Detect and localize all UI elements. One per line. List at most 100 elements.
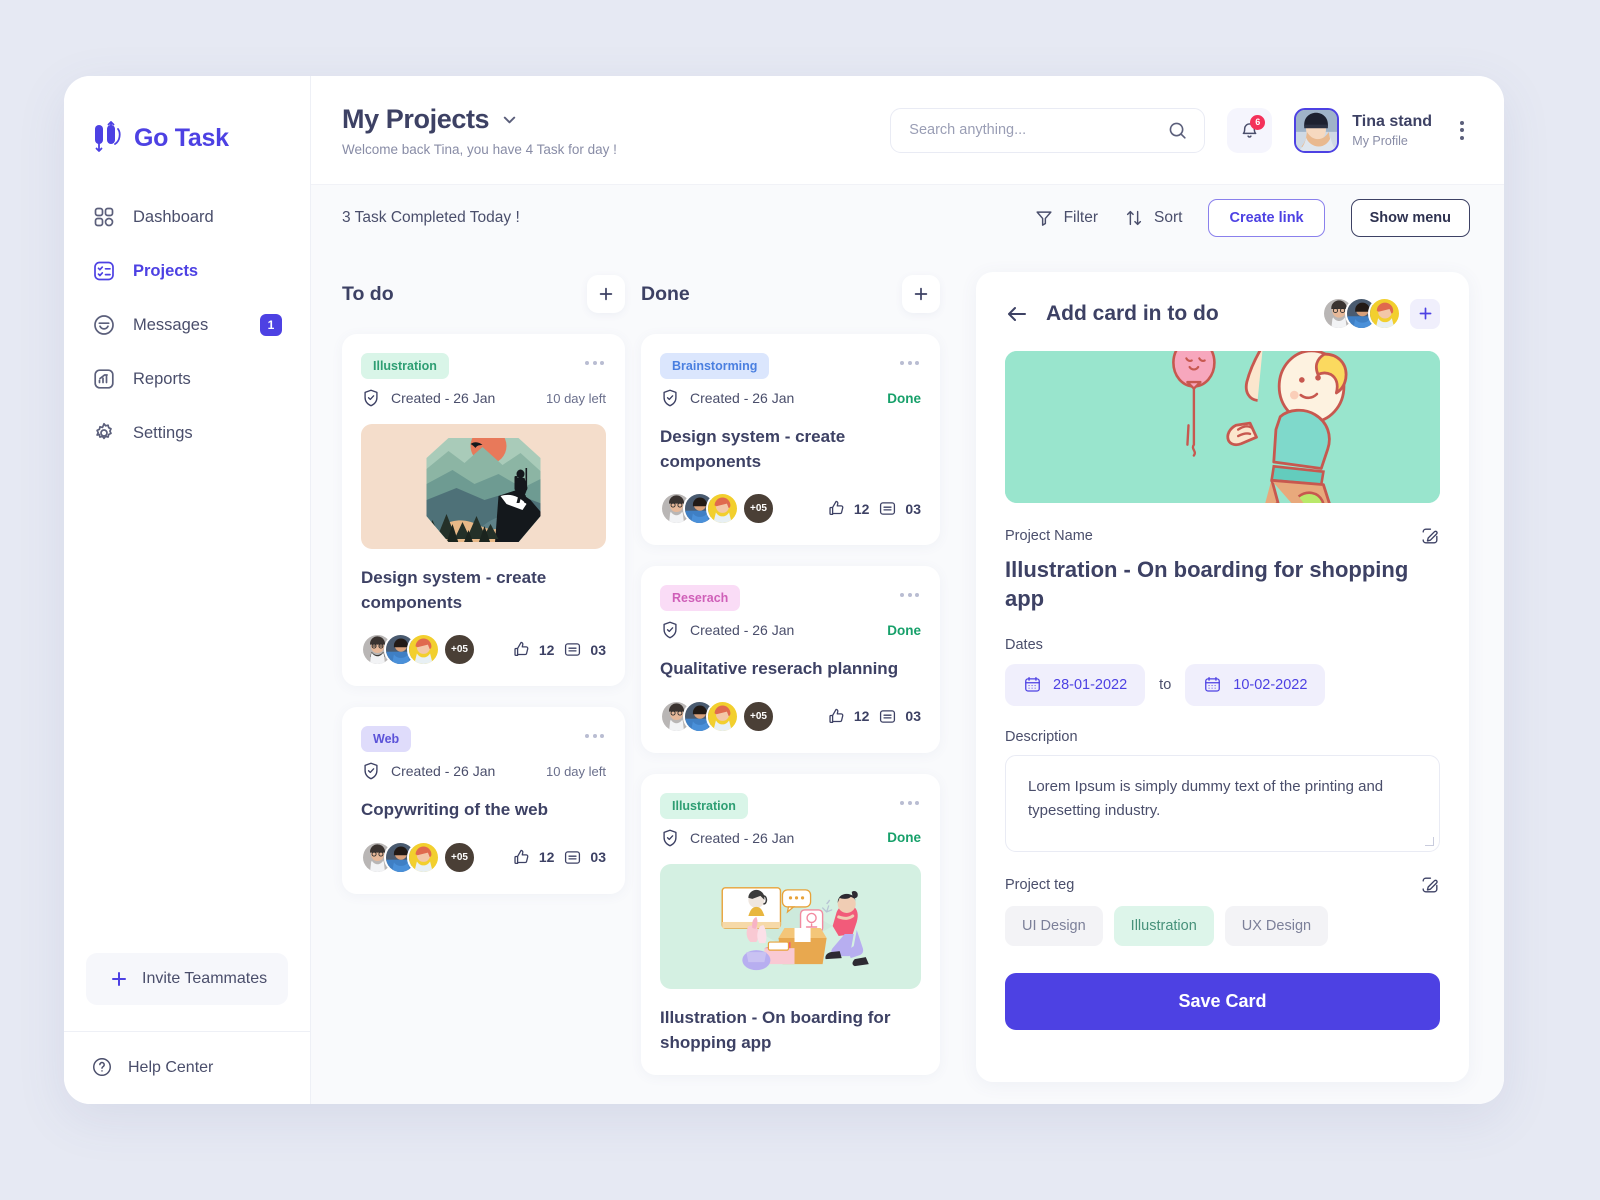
date-end-value: 10-02-2022 [1233,676,1308,693]
dates-row-label: Dates [1005,637,1440,653]
search-icon[interactable] [1167,120,1188,141]
project-tag-row: Project teg [1005,875,1440,895]
task-card[interactable]: Illustration Created - 26 Jan Done Illus… [641,773,940,1076]
comments-stat[interactable]: 03 [878,707,921,726]
sort-button[interactable]: Sort [1124,208,1182,228]
brand-name: Go Task [134,123,229,152]
settings-gear-icon [92,421,116,445]
likes-stat[interactable]: 12 [827,707,870,726]
assignee-avatars[interactable]: +05 [361,633,476,667]
likes-stat[interactable]: 12 [827,499,869,518]
task-status: Done [887,830,921,846]
thumbs-up-icon [827,499,846,518]
add-card-button[interactable] [587,275,625,313]
assignee-avatars[interactable]: +05 [361,840,476,874]
project-tags: UI Design Illustration UX Design [1005,905,1440,946]
show-menu-button[interactable]: Show menu [1350,198,1470,237]
card-menu-icon[interactable] [583,726,606,746]
sidebar-item-projects[interactable]: Projects [64,244,310,298]
task-tag: Reserach [660,585,741,612]
panel-avatars[interactable] [1322,297,1401,330]
profile-menu[interactable]: Tina stand My Profile [1294,107,1432,153]
add-card-button[interactable] [902,275,940,313]
avatar [407,633,440,667]
thumbs-up-icon [512,640,531,659]
column-title: Done [641,282,690,305]
task-card[interactable]: Illustration Created - 26 Jan 10 day lef… [342,334,625,687]
notifications-button[interactable]: 6 [1227,107,1273,153]
filter-label: Filter [1063,208,1099,226]
sidebar-nav: Dashboard Projects Messages 1 Reports Se… [64,190,310,460]
tag-option-ui-design[interactable]: UI Design [1005,905,1103,946]
comment-lines-icon [563,848,582,867]
comments-count: 03 [905,500,921,517]
avatar [706,699,739,733]
comments-stat[interactable]: 03 [878,499,921,518]
task-card[interactable]: Brainstorming Created - 26 Jan Done Desi… [641,334,940,546]
edit-pencil-icon[interactable] [1420,526,1440,546]
kebab-vertical-icon[interactable] [1454,115,1470,146]
panel-header: Add card in to do [1005,297,1440,330]
task-status: Done [887,390,921,406]
date-start-picker[interactable]: 28-01-2022 [1005,663,1146,706]
card-detail-panel-wrap: Add card in to do Project Name Illustrat… [956,272,1504,1104]
likes-stat[interactable]: 12 [512,640,554,659]
task-status: 10 day left [546,390,606,406]
avatar [1368,297,1401,330]
sidebar-item-reports[interactable]: Reports [64,352,310,406]
assignee-avatars[interactable]: +05 [660,699,775,733]
comments-stat[interactable]: 03 [563,640,606,659]
sidebar-item-dashboard[interactable]: Dashboard [64,190,310,244]
avatar-overflow-count: +05 [443,633,476,667]
tag-option-ux-design[interactable]: UX Design [1224,905,1329,946]
card-menu-icon[interactable] [898,585,921,605]
calendar-icon [1023,675,1042,694]
dashboard-grid-icon [92,205,116,229]
card-menu-icon[interactable] [898,353,921,373]
search-input[interactable] [909,122,1168,138]
likes-count: 12 [538,849,555,866]
arrow-left-icon[interactable] [1005,302,1029,326]
comments-count: 03 [590,641,606,658]
toolbar: 3 Task Completed Today ! Filter Sort Cre… [311,184,1504,250]
assignee-avatars[interactable]: +05 [660,492,775,526]
edit-pencil-icon[interactable] [1420,875,1440,895]
page-heading: My Projects Welcome back Tina, you have … [342,104,617,157]
comment-lines-icon [878,499,897,518]
likes-count: 12 [853,708,870,725]
save-card-button[interactable]: Save Card [1005,972,1440,1030]
sidebar-item-messages[interactable]: Messages 1 [64,298,310,352]
help-center-button[interactable]: Help Center [64,1032,310,1104]
help-center-label: Help Center [128,1059,214,1076]
comments-count: 03 [905,708,921,725]
comments-stat[interactable]: 03 [563,848,606,867]
board-column-done: Done Brainstorming Created - 26 Jan Done… [641,272,956,1104]
search-box[interactable] [890,107,1206,153]
date-start-value: 28-01-2022 [1053,676,1128,693]
panel-title: Add card in to do [1046,301,1219,325]
calendar-icon [1203,675,1222,694]
card-menu-icon[interactable] [583,353,606,373]
task-tag: Illustration [361,353,449,379]
likes-stat[interactable]: 12 [512,848,555,867]
add-member-button[interactable] [1410,298,1440,329]
task-card[interactable]: Web Created - 26 Jan 10 day left Copywri… [342,707,625,894]
description-input[interactable]: Lorem Ipsum is simply dummy text of the … [1005,754,1440,852]
profile-name: Tina stand [1352,112,1432,130]
tag-option-illustration[interactable]: Illustration [1113,905,1214,946]
chevron-down-icon[interactable] [500,110,519,129]
card-detail-panel: Add card in to do Project Name Illustrat… [976,272,1469,1082]
resize-handle[interactable] [1425,836,1434,846]
sidebar-item-settings[interactable]: Settings [64,406,310,460]
task-created: Created - 26 Jan [391,390,496,406]
invite-teammates-button[interactable]: Invite Teammates [86,953,288,1005]
create-link-button[interactable]: Create link [1208,198,1325,237]
mountain-hiker-illustration [361,424,606,549]
filter-button[interactable]: Filter [1034,208,1098,228]
messages-badge: 1 [260,314,282,336]
sidebar-item-label: Projects [133,261,199,280]
date-end-picker[interactable]: 10-02-2022 [1185,663,1326,706]
sort-label: Sort [1154,208,1183,226]
task-card[interactable]: Reserach Created - 26 Jan Done Qualitati… [641,566,940,753]
card-menu-icon[interactable] [898,793,921,813]
